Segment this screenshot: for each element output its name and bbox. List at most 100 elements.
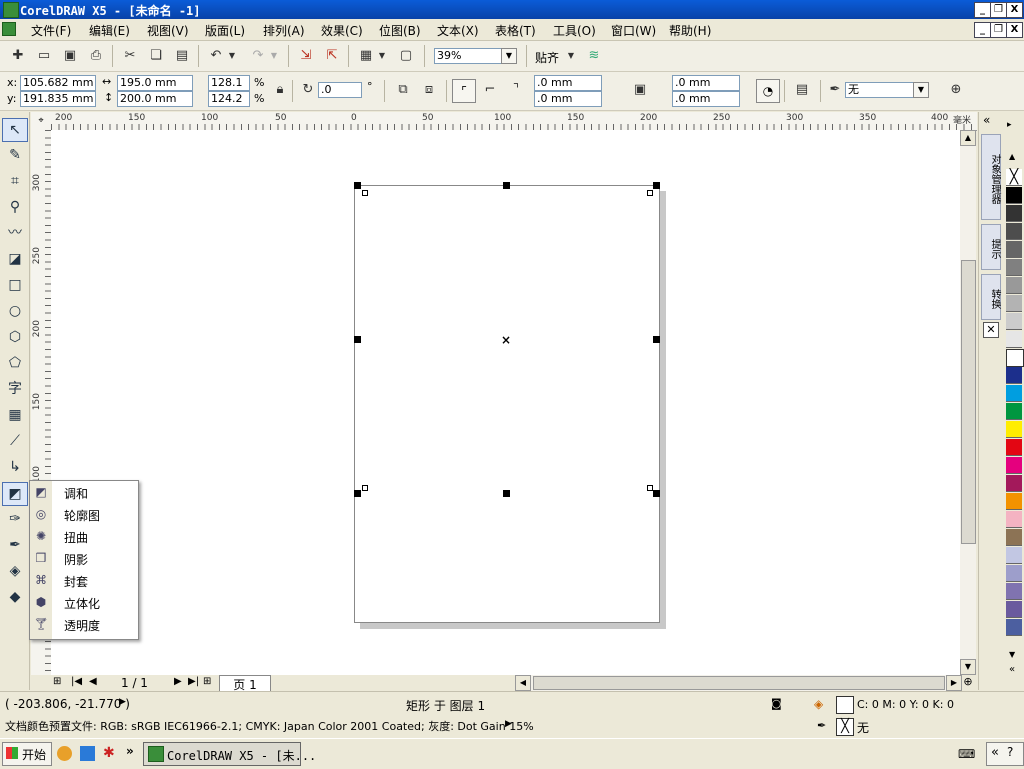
doc-restore-button[interactable]: ❐ bbox=[990, 22, 1007, 38]
color-swatch[interactable] bbox=[1006, 187, 1022, 204]
flyout-item-contour[interactable]: ◎ 轮廓图 bbox=[30, 503, 138, 525]
corner-radius-bottom-left-field[interactable]: .0 mm bbox=[534, 91, 602, 107]
freehand-tool-icon[interactable]: 〰 bbox=[3, 222, 27, 244]
y-position-field[interactable]: 191.835 mm bbox=[20, 91, 96, 107]
drawing-canvas[interactable]: × bbox=[51, 130, 960, 675]
center-point-icon[interactable]: × bbox=[501, 333, 511, 347]
coreldraw-app-icon[interactable] bbox=[3, 2, 19, 18]
add-page-before-icon[interactable]: ⊞ bbox=[53, 676, 61, 687]
tray-expand-button[interactable]: « ? bbox=[986, 742, 1024, 766]
redo-dropdown-icon[interactable]: ▼ bbox=[268, 46, 280, 66]
vertical-scrollbar[interactable]: ▲ ▼ bbox=[960, 130, 976, 675]
quick-launch-more-icon[interactable]: » bbox=[126, 744, 134, 758]
print-icon[interactable]: ⎙ bbox=[86, 46, 106, 66]
add-page-after-icon[interactable]: ⊞ bbox=[203, 676, 211, 687]
snap-dropdown-icon[interactable]: ▼ bbox=[565, 46, 577, 66]
color-swatch[interactable] bbox=[1006, 331, 1022, 348]
selection-handle-top-right[interactable] bbox=[653, 182, 660, 189]
wrap-text-icon[interactable]: ▤ bbox=[792, 80, 812, 100]
hints-tab[interactable]: 提示 bbox=[981, 224, 1001, 270]
menu-effects[interactable]: 效果(C) bbox=[321, 22, 363, 39]
next-page-icon[interactable]: ▶ bbox=[174, 676, 182, 687]
selection-handle-bottom[interactable] bbox=[503, 490, 510, 497]
application-launcher-icon[interactable]: ▦ bbox=[356, 46, 376, 66]
color-swatch[interactable] bbox=[1006, 601, 1022, 618]
selection-handle-top-left[interactable] bbox=[354, 182, 361, 189]
color-swatch[interactable] bbox=[1006, 223, 1022, 240]
palette-scroll-down-icon[interactable]: ▼ bbox=[1009, 650, 1015, 659]
flyout-item-drop-shadow[interactable]: ❒ 阴影 bbox=[30, 547, 138, 569]
last-page-icon[interactable]: ▶| bbox=[188, 676, 199, 687]
color-swatch[interactable] bbox=[1006, 565, 1022, 582]
color-swatch[interactable] bbox=[1006, 367, 1022, 384]
mirror-vertical-icon[interactable]: ⧈ bbox=[419, 80, 439, 100]
status-expand-icon[interactable]: ▶ bbox=[119, 697, 126, 707]
undo-icon[interactable]: ↶ bbox=[206, 46, 226, 66]
ie-icon[interactable] bbox=[80, 746, 95, 761]
menu-text[interactable]: 文本(X) bbox=[437, 22, 479, 39]
corner-node[interactable] bbox=[362, 190, 368, 196]
mirror-horizontal-icon[interactable]: ⧉ bbox=[393, 80, 413, 100]
corner-node[interactable] bbox=[647, 485, 653, 491]
zoom-dropdown-icon[interactable]: ▼ bbox=[501, 48, 517, 64]
document-icon[interactable] bbox=[2, 22, 16, 36]
menu-file[interactable]: 文件(F) bbox=[31, 22, 71, 39]
rectangle-tool-icon[interactable]: □ bbox=[3, 274, 27, 296]
connector-tool-icon[interactable]: ↳ bbox=[3, 456, 27, 478]
pick-tool-icon[interactable]: ↖ bbox=[2, 118, 28, 142]
color-swatch[interactable] bbox=[1006, 385, 1022, 402]
scroll-up-icon[interactable]: ▲ bbox=[960, 130, 976, 146]
selection-handle-right[interactable] bbox=[653, 336, 660, 343]
flyout-item-extrude[interactable]: ⬢ 立体化 bbox=[30, 591, 138, 613]
options-icon[interactable]: ≋ bbox=[584, 46, 604, 66]
menu-edit[interactable]: 编辑(E) bbox=[89, 22, 130, 39]
color-swatch[interactable] bbox=[1006, 241, 1022, 258]
palette-scroll-up-icon[interactable]: ▲ bbox=[1009, 152, 1015, 161]
color-swatch[interactable] bbox=[1006, 349, 1024, 367]
color-swatch[interactable] bbox=[1006, 205, 1022, 222]
color-swatch[interactable] bbox=[1006, 583, 1022, 600]
horizontal-scroll-thumb[interactable] bbox=[533, 676, 945, 690]
ellipse-tool-icon[interactable]: ○ bbox=[3, 300, 27, 322]
scroll-left-icon[interactable]: ◀ bbox=[515, 675, 531, 691]
menu-arrange[interactable]: 排列(A) bbox=[263, 22, 305, 39]
selection-handle-bottom-right[interactable] bbox=[653, 490, 660, 497]
copy-icon[interactable]: ❏ bbox=[146, 46, 166, 66]
corner-radius-bottom-right-field[interactable]: .0 mm bbox=[672, 91, 740, 107]
drawing-page[interactable] bbox=[354, 185, 660, 623]
export-icon[interactable]: ⇱ bbox=[322, 46, 342, 66]
smart-fill-tool-icon[interactable]: ◪ bbox=[3, 248, 27, 270]
width-field[interactable]: 195.0 mm bbox=[117, 75, 193, 91]
redo-icon[interactable]: ↷ bbox=[248, 46, 268, 66]
vertical-scroll-thumb[interactable] bbox=[961, 260, 976, 544]
color-swatch[interactable] bbox=[1006, 277, 1022, 294]
transform-tab[interactable]: 转换 bbox=[981, 274, 1001, 320]
restore-button[interactable]: ❐ bbox=[990, 2, 1007, 18]
crop-tool-icon[interactable]: ⌗ bbox=[3, 170, 27, 192]
chrome-icon[interactable] bbox=[57, 746, 72, 761]
horizontal-ruler[interactable]: 200 150 100 50 0 50 100 150 200 250 300 … bbox=[51, 112, 977, 131]
zoom-navigator-icon[interactable]: ⊕ bbox=[960, 675, 976, 691]
ruler-origin-icon[interactable]: ⌖ bbox=[31, 112, 52, 131]
selection-handle-left[interactable] bbox=[354, 336, 361, 343]
paste-icon[interactable]: ▤ bbox=[172, 46, 192, 66]
docker-collapse-icon[interactable]: « bbox=[983, 113, 990, 127]
flyout-item-envelope[interactable]: ⌘ 封套 bbox=[30, 569, 138, 591]
color-swatch[interactable] bbox=[1006, 403, 1022, 420]
rotation-field[interactable]: .0 bbox=[318, 82, 362, 98]
color-swatch[interactable] bbox=[1006, 313, 1022, 330]
convert-to-curves-icon[interactable]: ⊕ bbox=[946, 80, 966, 100]
launcher-dropdown-icon[interactable]: ▼ bbox=[376, 46, 388, 66]
color-swatch[interactable] bbox=[1006, 493, 1022, 510]
menu-layout[interactable]: 版面(L) bbox=[205, 22, 245, 39]
lock-ratio-icon[interactable]: 🔒︎ bbox=[270, 80, 290, 100]
color-swatch[interactable] bbox=[1006, 457, 1022, 474]
page-tab[interactable]: 页 1 bbox=[219, 675, 271, 692]
close-button[interactable]: X bbox=[1006, 2, 1023, 18]
color-swatch[interactable] bbox=[1006, 547, 1022, 564]
previous-page-icon[interactable]: ◀ bbox=[89, 676, 97, 687]
fill-tool-icon[interactable]: ◈ bbox=[3, 560, 27, 582]
round-corner-button[interactable]: ⌜ bbox=[452, 79, 476, 103]
lock-corners-icon[interactable]: ▣ bbox=[630, 80, 650, 100]
menu-help[interactable]: 帮助(H) bbox=[669, 22, 711, 39]
